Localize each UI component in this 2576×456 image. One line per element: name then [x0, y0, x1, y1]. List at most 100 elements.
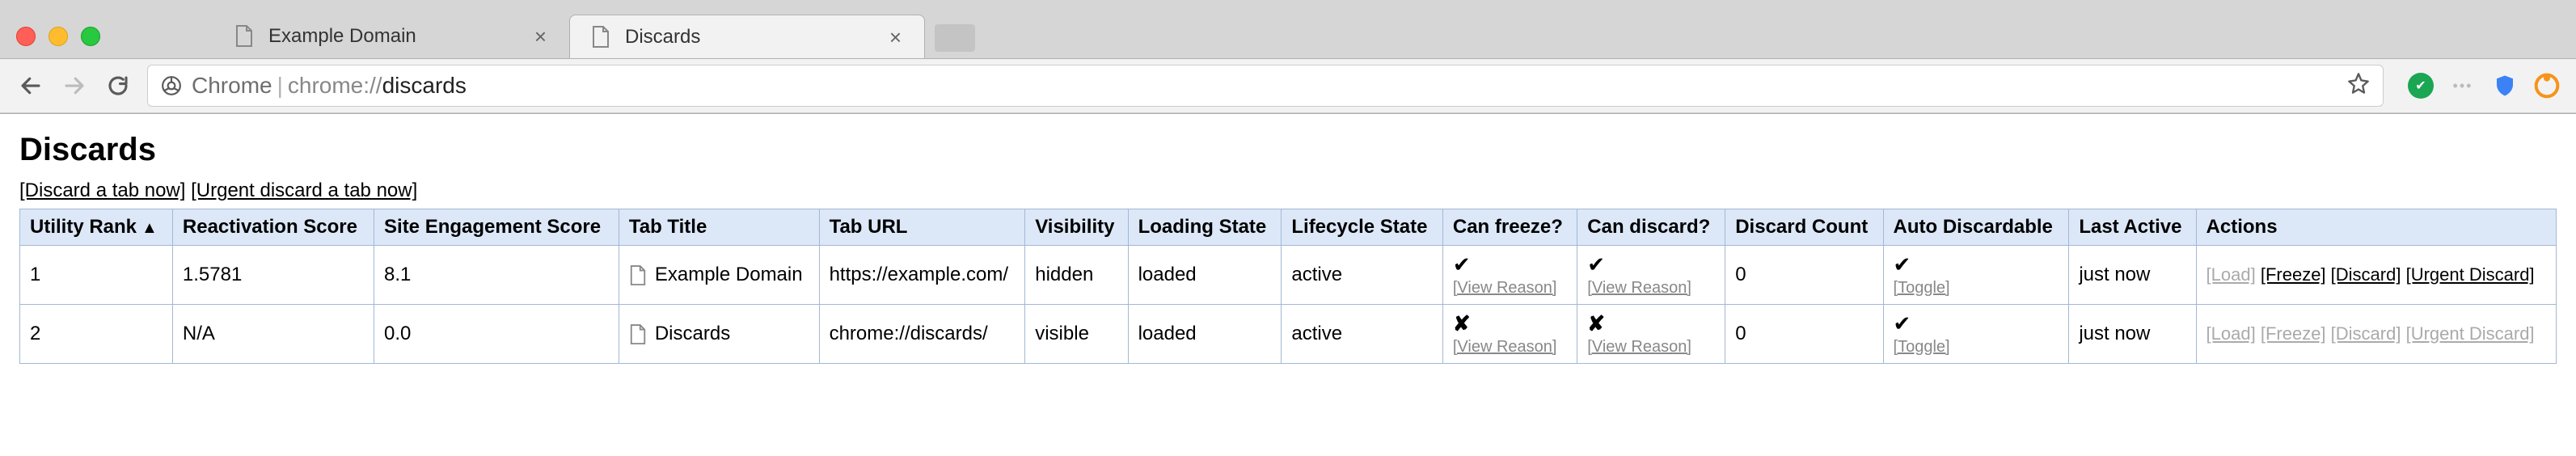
file-icon — [629, 324, 647, 345]
cell-reactivation: N/A — [172, 305, 374, 364]
sort-asc-icon: ▲ — [141, 219, 158, 237]
extension-orange-icon[interactable] — [2534, 73, 2560, 99]
col-loading-state[interactable]: Loading State — [1128, 209, 1282, 246]
file-icon — [629, 265, 647, 286]
toolbar: Chrome | chrome://discards ✔ ••• — [0, 58, 2576, 113]
urgent-discard-now-link[interactable]: [Urgent discard a tab now] — [191, 179, 417, 201]
cell-actions: [Load] [Freeze] [Discard] [Urgent Discar… — [2196, 246, 2556, 305]
check-icon: ✔ — [1587, 252, 1605, 277]
check-icon: ✔ — [1453, 252, 1471, 277]
cell-lifecycle: active — [1282, 305, 1443, 364]
action-discard-link: [Discard] — [2331, 323, 2401, 344]
tab-strip: Example Domain × Discards × — [0, 0, 2576, 58]
cell-discard-count: 0 — [1725, 246, 1883, 305]
extension-shield-icon[interactable] — [2492, 73, 2518, 99]
col-last-active[interactable]: Last Active — [2069, 209, 2196, 246]
cell-last-active: just now — [2069, 246, 2196, 305]
col-can-freeze[interactable]: Can freeze? — [1442, 209, 1577, 246]
cell-lifecycle: active — [1282, 246, 1443, 305]
extension-dots-icon[interactable]: ••• — [2450, 73, 2476, 99]
page-content: Discards [Discard a tab now] [Urgent dis… — [0, 114, 2576, 377]
action-load-link: [Load] — [2206, 264, 2256, 285]
col-actions[interactable]: Actions — [2196, 209, 2556, 246]
browser-tab-inactive[interactable]: Example Domain × — [213, 15, 569, 58]
window-controls — [16, 15, 213, 58]
col-visibility[interactable]: Visibility — [1025, 209, 1128, 246]
browser-chrome: Example Domain × Discards × Chrome | — [0, 0, 2576, 114]
check-icon: ✔ — [1894, 311, 1911, 336]
col-tab-title[interactable]: Tab Title — [619, 209, 819, 246]
toggle-link[interactable]: [Toggle] — [1894, 338, 2059, 357]
chrome-icon — [161, 75, 182, 96]
table-header-row: Utility Rank▲ Reactivation Score Site En… — [20, 209, 2557, 246]
cell-title: Discards — [619, 305, 819, 364]
new-tab-button[interactable] — [935, 24, 975, 52]
minimize-window-icon[interactable] — [49, 27, 68, 46]
cell-url: chrome://discards/ — [819, 305, 1025, 364]
col-site-engagement[interactable]: Site Engagement Score — [374, 209, 619, 246]
url-label: Chrome — [192, 73, 272, 99]
toggle-link[interactable]: [Toggle] — [1894, 279, 2059, 298]
cell-engagement: 8.1 — [374, 246, 619, 305]
cell-loading: loaded — [1128, 246, 1282, 305]
view-reason-link[interactable]: [View Reason] — [1587, 338, 1715, 357]
cell-loading: loaded — [1128, 305, 1282, 364]
cell-can-freeze: ✔ [View Reason] — [1442, 246, 1577, 305]
col-lifecycle-state[interactable]: Lifecycle State — [1282, 209, 1443, 246]
tab-title: Discards — [625, 26, 873, 49]
view-reason-link[interactable]: [View Reason] — [1587, 279, 1715, 298]
cell-auto-discardable: ✔ [Toggle] — [1883, 305, 2069, 364]
bookmark-star-icon[interactable] — [2347, 72, 2370, 100]
col-utility-rank[interactable]: Utility Rank▲ — [20, 209, 173, 246]
action-freeze-link: [Freeze] — [2261, 323, 2326, 344]
cell-url: https://example.com/ — [819, 246, 1025, 305]
col-can-discard[interactable]: Can discard? — [1577, 209, 1725, 246]
col-tab-url[interactable]: Tab URL — [819, 209, 1025, 246]
discard-now-link[interactable]: [Discard a tab now] — [19, 179, 185, 201]
table-row: 2N/A0.0Discardschrome://discards/visible… — [20, 305, 2557, 364]
file-icon — [233, 25, 255, 48]
discards-table: Utility Rank▲ Reactivation Score Site En… — [19, 209, 2557, 364]
file-icon — [589, 26, 612, 49]
url-path: discards — [382, 73, 467, 99]
url-scheme: chrome:// — [288, 73, 382, 99]
page-title: Discards — [19, 132, 2557, 168]
action-discard-link[interactable]: [Discard] — [2331, 264, 2401, 285]
extension-green-icon[interactable]: ✔ — [2408, 73, 2434, 99]
action-urgent-link: [Urgent Discard] — [2406, 323, 2535, 344]
cell-visibility: visible — [1025, 305, 1128, 364]
cell-can-discard: ✘ [View Reason] — [1577, 305, 1725, 364]
close-icon[interactable]: × — [534, 26, 547, 47]
cell-title: Example Domain — [619, 246, 819, 305]
back-button[interactable] — [16, 71, 45, 100]
browser-tab-active[interactable]: Discards × — [569, 15, 925, 58]
cell-reactivation: 1.5781 — [172, 246, 374, 305]
page-actions: [Discard a tab now] [Urgent discard a ta… — [19, 179, 2557, 202]
address-bar[interactable]: Chrome | chrome://discards — [147, 65, 2384, 107]
view-reason-link[interactable]: [View Reason] — [1453, 338, 1567, 357]
cell-can-freeze: ✘ [View Reason] — [1442, 305, 1577, 364]
cross-icon: ✘ — [1453, 311, 1471, 336]
cell-rank: 1 — [20, 246, 173, 305]
reload-button[interactable] — [103, 71, 133, 100]
cell-rank: 2 — [20, 305, 173, 364]
close-icon[interactable]: × — [889, 27, 902, 48]
cell-can-discard: ✔ [View Reason] — [1577, 246, 1725, 305]
cross-icon: ✘ — [1587, 311, 1605, 336]
cell-engagement: 0.0 — [374, 305, 619, 364]
col-reactivation-score[interactable]: Reactivation Score — [172, 209, 374, 246]
forward-button[interactable] — [60, 71, 89, 100]
col-discard-count[interactable]: Discard Count — [1725, 209, 1883, 246]
check-icon: ✔ — [1894, 252, 1911, 277]
cell-auto-discardable: ✔ [Toggle] — [1883, 246, 2069, 305]
action-freeze-link[interactable]: [Freeze] — [2261, 264, 2326, 285]
cell-last-active: just now — [2069, 305, 2196, 364]
table-row: 11.57818.1Example Domainhttps://example.… — [20, 246, 2557, 305]
cell-discard-count: 0 — [1725, 305, 1883, 364]
maximize-window-icon[interactable] — [81, 27, 100, 46]
close-window-icon[interactable] — [16, 27, 36, 46]
action-urgent-link[interactable]: [Urgent Discard] — [2406, 264, 2535, 285]
extension-icons: ✔ ••• — [2398, 73, 2560, 99]
view-reason-link[interactable]: [View Reason] — [1453, 279, 1567, 298]
col-auto-discardable[interactable]: Auto Discardable — [1883, 209, 2069, 246]
